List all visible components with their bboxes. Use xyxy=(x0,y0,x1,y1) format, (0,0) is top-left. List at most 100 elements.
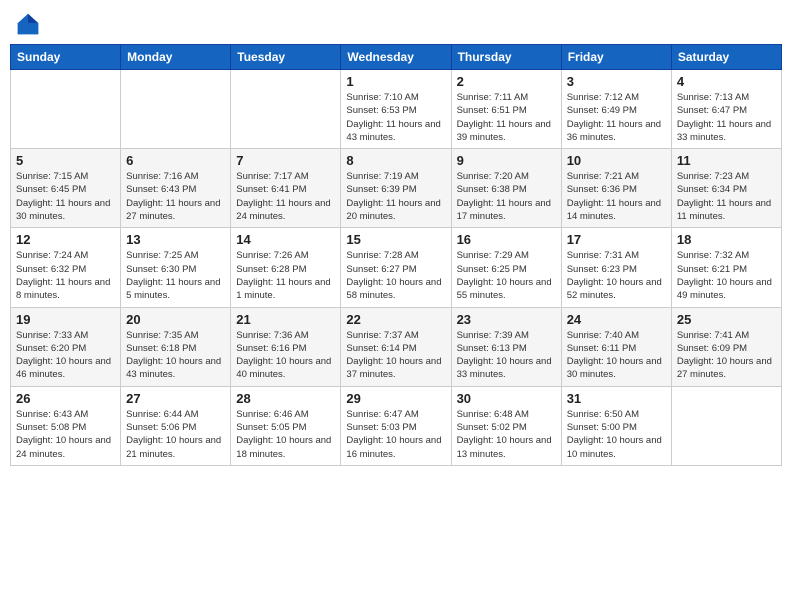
day-info: Sunrise: 7:20 AM Sunset: 6:38 PM Dayligh… xyxy=(457,170,556,223)
weekday-header-saturday: Saturday xyxy=(671,45,781,70)
calendar-cell: 24 Sunrise: 7:40 AM Sunset: 6:11 PM Dayli… xyxy=(561,307,671,386)
calendar-cell: 23 Sunrise: 7:39 AM Sunset: 6:13 PM Dayli… xyxy=(451,307,561,386)
day-number: 17 xyxy=(567,232,666,247)
day-info: Sunrise: 6:43 AM Sunset: 5:08 PM Dayligh… xyxy=(16,408,115,461)
calendar-cell: 1Sunrise: 7:10 AM Sunset: 6:53 PM Daylig… xyxy=(341,70,451,149)
week-row-4: 19 Sunrise: 7:33 AM Sunset: 6:20 PM Dayli… xyxy=(11,307,782,386)
day-number: 19 xyxy=(16,312,115,327)
day-info: Sunrise: 7:17 AM Sunset: 6:41 PM Dayligh… xyxy=(236,170,335,223)
day-info: Sunrise: 7:37 AM Sunset: 6:14 PM Dayligh… xyxy=(346,329,445,382)
week-row-5: 26 Sunrise: 6:43 AM Sunset: 5:08 PM Dayli… xyxy=(11,386,782,465)
calendar-cell: 2 Sunrise: 7:11 AM Sunset: 6:51 PM Daylig… xyxy=(451,70,561,149)
day-number: 24 xyxy=(567,312,666,327)
weekday-header-monday: Monday xyxy=(121,45,231,70)
day-number: 15 xyxy=(346,232,445,247)
calendar-cell: 16 Sunrise: 7:29 AM Sunset: 6:25 PM Dayli… xyxy=(451,228,561,307)
day-number: 3 xyxy=(567,74,666,89)
day-info: Sunrise: 7:21 AM Sunset: 6:36 PM Dayligh… xyxy=(567,170,666,223)
calendar-cell xyxy=(121,70,231,149)
week-row-1: 1Sunrise: 7:10 AM Sunset: 6:53 PM Daylig… xyxy=(11,70,782,149)
day-info: Sunrise: 6:46 AM Sunset: 5:05 PM Dayligh… xyxy=(236,408,335,461)
calendar-cell: 19 Sunrise: 7:33 AM Sunset: 6:20 PM Dayli… xyxy=(11,307,121,386)
day-number: 18 xyxy=(677,232,776,247)
calendar-cell: 30 Sunrise: 6:48 AM Sunset: 5:02 PM Dayli… xyxy=(451,386,561,465)
logo xyxy=(14,10,46,38)
day-info: Sunrise: 7:41 AM Sunset: 6:09 PM Dayligh… xyxy=(677,329,776,382)
day-number: 22 xyxy=(346,312,445,327)
calendar-cell: 18 Sunrise: 7:32 AM Sunset: 6:21 PM Dayli… xyxy=(671,228,781,307)
calendar-cell: 17 Sunrise: 7:31 AM Sunset: 6:23 PM Dayli… xyxy=(561,228,671,307)
calendar-cell: 4Sunrise: 7:13 AM Sunset: 6:47 PM Daylig… xyxy=(671,70,781,149)
day-number: 7 xyxy=(236,153,335,168)
day-info: Sunrise: 7:35 AM Sunset: 6:18 PM Dayligh… xyxy=(126,329,225,382)
day-info: Sunrise: 7:15 AM Sunset: 6:45 PM Dayligh… xyxy=(16,170,115,223)
weekday-header-row: SundayMondayTuesdayWednesdayThursdayFrid… xyxy=(11,45,782,70)
day-info: Sunrise: 6:47 AM Sunset: 5:03 PM Dayligh… xyxy=(346,408,445,461)
day-info: Sunrise: 7:24 AM Sunset: 6:32 PM Dayligh… xyxy=(16,249,115,302)
calendar-cell: 13Sunrise: 7:25 AM Sunset: 6:30 PM Dayli… xyxy=(121,228,231,307)
calendar-cell: 6Sunrise: 7:16 AM Sunset: 6:43 PM Daylig… xyxy=(121,149,231,228)
weekday-header-sunday: Sunday xyxy=(11,45,121,70)
day-number: 28 xyxy=(236,391,335,406)
calendar-cell: 21Sunrise: 7:36 AM Sunset: 6:16 PM Dayli… xyxy=(231,307,341,386)
day-number: 2 xyxy=(457,74,556,89)
day-info: Sunrise: 7:31 AM Sunset: 6:23 PM Dayligh… xyxy=(567,249,666,302)
calendar-cell xyxy=(11,70,121,149)
calendar-cell xyxy=(671,386,781,465)
day-info: Sunrise: 7:10 AM Sunset: 6:53 PM Dayligh… xyxy=(346,91,445,144)
calendar-cell: 26 Sunrise: 6:43 AM Sunset: 5:08 PM Dayli… xyxy=(11,386,121,465)
day-info: Sunrise: 7:25 AM Sunset: 6:30 PM Dayligh… xyxy=(126,249,225,302)
calendar-cell: 9 Sunrise: 7:20 AM Sunset: 6:38 PM Daylig… xyxy=(451,149,561,228)
day-info: Sunrise: 7:32 AM Sunset: 6:21 PM Dayligh… xyxy=(677,249,776,302)
weekday-header-tuesday: Tuesday xyxy=(231,45,341,70)
day-info: Sunrise: 7:40 AM Sunset: 6:11 PM Dayligh… xyxy=(567,329,666,382)
day-info: Sunrise: 7:29 AM Sunset: 6:25 PM Dayligh… xyxy=(457,249,556,302)
calendar-cell: 5 Sunrise: 7:15 AM Sunset: 6:45 PM Daylig… xyxy=(11,149,121,228)
day-number: 8 xyxy=(346,153,445,168)
calendar-cell: 8 Sunrise: 7:19 AM Sunset: 6:39 PM Daylig… xyxy=(341,149,451,228)
calendar-cell: 14Sunrise: 7:26 AM Sunset: 6:28 PM Dayli… xyxy=(231,228,341,307)
day-info: Sunrise: 7:13 AM Sunset: 6:47 PM Dayligh… xyxy=(677,91,776,144)
day-number: 5 xyxy=(16,153,115,168)
day-number: 10 xyxy=(567,153,666,168)
weekday-header-wednesday: Wednesday xyxy=(341,45,451,70)
calendar-cell: 3 Sunrise: 7:12 AM Sunset: 6:49 PM Daylig… xyxy=(561,70,671,149)
week-row-3: 12Sunrise: 7:24 AM Sunset: 6:32 PM Dayli… xyxy=(11,228,782,307)
day-info: Sunrise: 6:44 AM Sunset: 5:06 PM Dayligh… xyxy=(126,408,225,461)
day-number: 25 xyxy=(677,312,776,327)
day-number: 23 xyxy=(457,312,556,327)
day-info: Sunrise: 6:48 AM Sunset: 5:02 PM Dayligh… xyxy=(457,408,556,461)
day-number: 20 xyxy=(126,312,225,327)
day-info: Sunrise: 7:12 AM Sunset: 6:49 PM Dayligh… xyxy=(567,91,666,144)
calendar-cell: 29 Sunrise: 6:47 AM Sunset: 5:03 PM Dayli… xyxy=(341,386,451,465)
day-number: 26 xyxy=(16,391,115,406)
day-info: Sunrise: 7:33 AM Sunset: 6:20 PM Dayligh… xyxy=(16,329,115,382)
day-number: 29 xyxy=(346,391,445,406)
calendar-cell xyxy=(231,70,341,149)
day-info: Sunrise: 7:26 AM Sunset: 6:28 PM Dayligh… xyxy=(236,249,335,302)
day-number: 11 xyxy=(677,153,776,168)
day-info: Sunrise: 7:39 AM Sunset: 6:13 PM Dayligh… xyxy=(457,329,556,382)
day-number: 6 xyxy=(126,153,225,168)
day-number: 9 xyxy=(457,153,556,168)
calendar-cell: 22 Sunrise: 7:37 AM Sunset: 6:14 PM Dayli… xyxy=(341,307,451,386)
day-number: 31 xyxy=(567,391,666,406)
page-header xyxy=(10,10,782,38)
calendar-cell: 31 Sunrise: 6:50 AM Sunset: 5:00 PM Dayli… xyxy=(561,386,671,465)
weekday-header-friday: Friday xyxy=(561,45,671,70)
day-info: Sunrise: 7:19 AM Sunset: 6:39 PM Dayligh… xyxy=(346,170,445,223)
calendar-cell: 25 Sunrise: 7:41 AM Sunset: 6:09 PM Dayli… xyxy=(671,307,781,386)
calendar-cell: 28 Sunrise: 6:46 AM Sunset: 5:05 PM Dayli… xyxy=(231,386,341,465)
day-info: Sunrise: 7:11 AM Sunset: 6:51 PM Dayligh… xyxy=(457,91,556,144)
weekday-header-thursday: Thursday xyxy=(451,45,561,70)
day-info: Sunrise: 7:36 AM Sunset: 6:16 PM Dayligh… xyxy=(236,329,335,382)
day-number: 27 xyxy=(126,391,225,406)
day-info: Sunrise: 6:50 AM Sunset: 5:00 PM Dayligh… xyxy=(567,408,666,461)
calendar-cell: 11Sunrise: 7:23 AM Sunset: 6:34 PM Dayli… xyxy=(671,149,781,228)
day-number: 30 xyxy=(457,391,556,406)
logo-icon xyxy=(14,10,42,38)
week-row-2: 5 Sunrise: 7:15 AM Sunset: 6:45 PM Daylig… xyxy=(11,149,782,228)
calendar-cell: 7 Sunrise: 7:17 AM Sunset: 6:41 PM Daylig… xyxy=(231,149,341,228)
day-number: 16 xyxy=(457,232,556,247)
calendar-cell: 15Sunrise: 7:28 AM Sunset: 6:27 PM Dayli… xyxy=(341,228,451,307)
